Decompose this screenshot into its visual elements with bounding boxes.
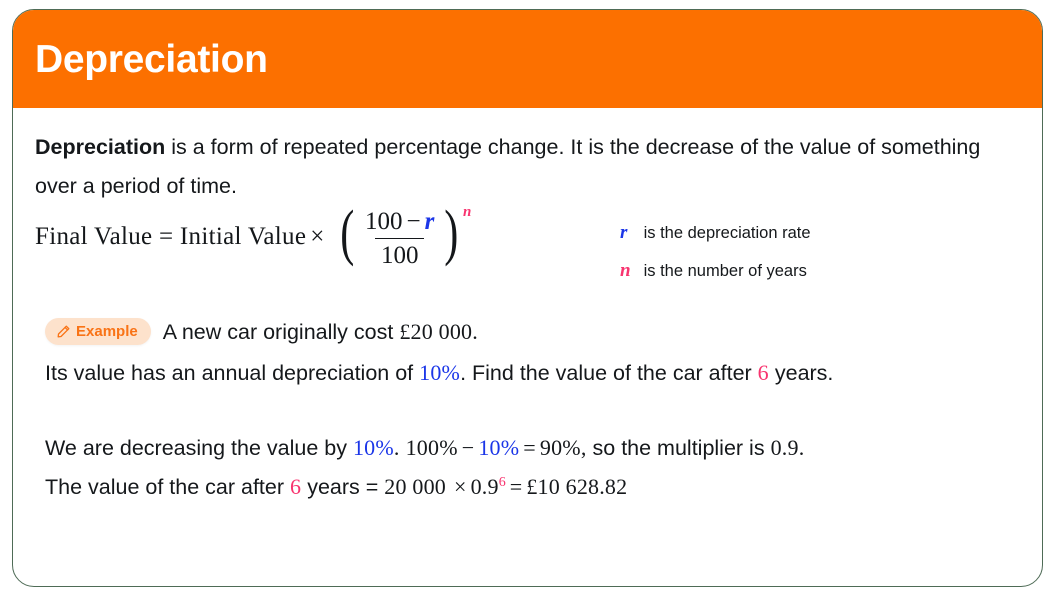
formula-bracket-group: ( 100− r 100 ) n [337, 199, 472, 270]
formula-times-operator: × [310, 223, 325, 250]
working-line2-prefix: The value of the car after [45, 475, 285, 499]
formula-lhs: Final Value = Initial Value [35, 223, 307, 250]
working-line1-end: . [798, 435, 805, 460]
numerator-variable-r: r [424, 208, 435, 235]
working-ninety-percent: 90%, [539, 435, 587, 460]
intro-bold-term: Depreciation [35, 135, 166, 159]
example-line1-period: . [472, 318, 478, 344]
pencil-icon [56, 324, 71, 339]
working-final-answer: £10 628.82 [526, 474, 628, 499]
working-initial-value: 20 000 [384, 474, 446, 499]
working-line-2: The value of the car after 6 years = 20 … [45, 474, 627, 500]
example-line2-prefix: Its value has an annual depreciation of [45, 361, 414, 385]
working-line-1: We are decreasing the value by 10%. 100%… [45, 435, 804, 461]
example-line-1: Example A new car originally cost £20 00… [45, 318, 478, 345]
legend-text-n: is the number of years [643, 262, 807, 280]
example-sentence-1: A new car originally cost £20 000. [163, 319, 478, 345]
close-paren: ) [444, 199, 459, 267]
legend-variable-r: r [620, 222, 628, 243]
working-line1-suffix: so the multiplier is [592, 436, 765, 460]
example-badge: Example [45, 318, 151, 345]
example-years: 6 [757, 360, 769, 385]
example-line-2: Its value has an annual depreciation of … [45, 360, 833, 386]
intro-rest: is a form of repeated percentage change.… [35, 135, 981, 198]
open-paren: ( [340, 199, 355, 267]
slide-card: Depreciation Depreciation is a form of r… [12, 9, 1043, 587]
fraction-denominator: 100 [374, 238, 425, 270]
depreciation-formula: Final Value = Initial Value × ( 100− r 10… [35, 199, 472, 270]
formula-legend: r is the depreciation rate n is the numb… [620, 214, 811, 290]
working-times: × [454, 474, 467, 499]
working-equals-2: = [509, 474, 523, 499]
example-sentence-1-text: A new car originally cost [162, 319, 394, 344]
slide-header: Depreciation [13, 10, 1042, 108]
working-rate-1: 10% [352, 435, 394, 460]
working-exponent: 6 [498, 474, 506, 490]
example-badge-label: Example [76, 323, 138, 340]
working-line1-prefix: We are decreasing the value by [45, 436, 347, 460]
working-base: 0.9 [470, 474, 499, 499]
example-initial-value: £20 000 [399, 318, 473, 344]
example-depreciation-rate: 10% [419, 360, 461, 385]
working-minus: − [461, 435, 475, 460]
formula-exponent-n: n [463, 204, 472, 220]
working-line1-dot: . [393, 435, 400, 460]
formula-fraction: 100− r 100 [359, 208, 440, 270]
legend-variable-n: n [620, 260, 631, 281]
fraction-numerator: 100− r [359, 208, 440, 238]
example-line2-suffix: years. [774, 361, 834, 385]
working-hundred-percent: 100% [405, 435, 458, 460]
numerator-minus: − [406, 208, 421, 235]
legend-text-r: is the depreciation rate [643, 224, 811, 242]
example-line2-mid: . Find the value of the car after [460, 361, 752, 385]
working-rate-2: 10% [478, 435, 520, 460]
intro-paragraph: Depreciation is a form of repeated perce… [35, 128, 997, 206]
working-line2-mid: years = [307, 475, 379, 499]
working-multiplier: 0.9 [770, 435, 799, 460]
legend-item-n: n is the number of years [620, 252, 811, 290]
legend-item-r: r is the depreciation rate [620, 214, 811, 252]
working-years: 6 [290, 474, 302, 499]
working-equals-1: = [523, 435, 536, 460]
numerator-hundred: 100 [365, 208, 403, 235]
page-title: Depreciation [35, 37, 268, 81]
